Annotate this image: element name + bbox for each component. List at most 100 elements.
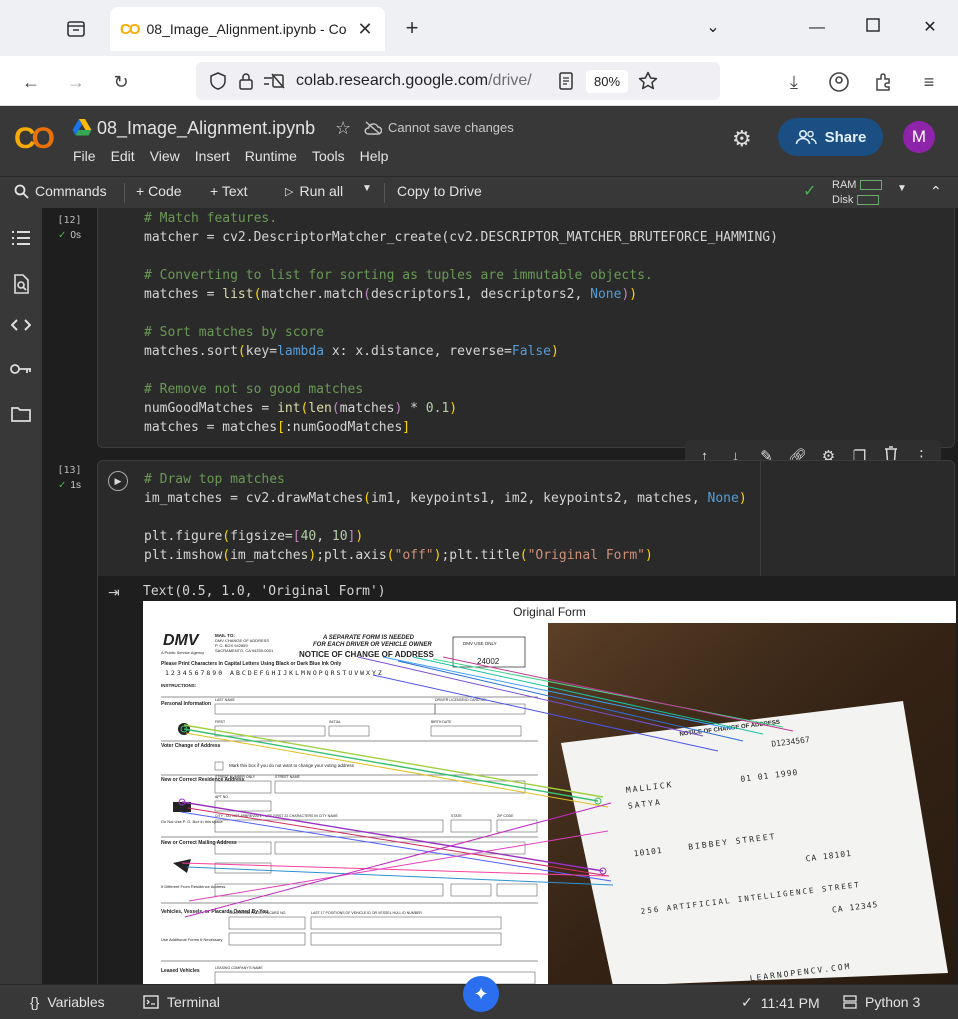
form-po-note: Do Not Use P. O. Box in this space (161, 819, 224, 824)
menu-edit[interactable]: Edit (111, 148, 135, 164)
form-last-name: LAST NAME (215, 698, 235, 702)
cell-12-exec-count: [12] (57, 215, 82, 226)
colab-toolbar: Commands + Code + Text ▷ Run all ▼ Copy … (0, 176, 958, 208)
form-first: FIRST (215, 720, 226, 724)
files-folder-icon[interactable] (10, 406, 32, 428)
commands-label: Commands (35, 183, 107, 199)
notebook-title[interactable]: 08_Image_Alignment.ipynb (97, 118, 315, 139)
form-apt: APT NO. (215, 795, 229, 799)
code-cell-12[interactable]: # Match features. matcher = cv2.Descript… (97, 208, 955, 448)
cell-divider (760, 461, 761, 576)
menu-view[interactable]: View (150, 148, 180, 164)
variables-button[interactable]: {} Variables (30, 994, 105, 1010)
execution-status[interactable]: ✓ 11:41 PM (741, 994, 820, 1011)
notebook-area: [12] ✓ 0s # Match features. matcher = cv2… (42, 208, 958, 984)
reader-view-icon[interactable] (552, 67, 580, 95)
close-tab-icon[interactable]: ✕ (355, 19, 375, 40)
star-icon[interactable]: ☆ (335, 118, 351, 139)
terminal-button[interactable]: Terminal (143, 994, 220, 1010)
form-agency: A Public Service Agency (161, 650, 204, 655)
run-cell-button[interactable]: ▶ (108, 471, 128, 491)
form-birth-date: BIRTH DATE (431, 720, 452, 724)
form-sample-chars: 1234567890 ABCDEFGHIJKLMNOPQRSTUVWXYZ (165, 669, 384, 677)
add-code-button[interactable]: + Code (136, 183, 182, 199)
browser-tab-strip: CO 08_Image_Alignment.ipynb - Co ✕ + ⌄ —… (0, 0, 958, 56)
save-status-text: Cannot save changes (388, 120, 514, 135)
address-bar[interactable]: colab.research.google.com/drive/ 80% (196, 62, 720, 100)
cloud-off-icon (364, 120, 382, 135)
server-icon (843, 995, 857, 1009)
output-toggle-icon[interactable]: ⇥ (108, 584, 120, 601)
play-icon: ▷ (285, 185, 294, 198)
tab-dropdown-icon[interactable]: ⌄ (698, 14, 728, 42)
colab-favicon-icon: CO (120, 20, 140, 38)
runtime-dropdown-icon[interactable]: ▼ (897, 183, 907, 194)
maximize-icon[interactable] (858, 14, 888, 42)
google-drive-icon[interactable] (72, 118, 92, 141)
toolbar-divider (384, 183, 385, 203)
add-text-button[interactable]: + Text (210, 183, 248, 199)
extensions-icon[interactable] (870, 68, 898, 96)
cell-13-exec-count: [13] (57, 465, 82, 476)
forward-icon[interactable]: → (62, 68, 90, 96)
runtime-type[interactable]: Python 3 (843, 994, 920, 1010)
colab-header: CO 08_Image_Alignment.ipynb ☆ Cannot sav… (0, 106, 958, 176)
side-rail (0, 208, 42, 984)
share-button[interactable]: Share (778, 118, 883, 156)
reload-icon[interactable]: ↻ (107, 68, 135, 96)
gemini-sparkle-icon[interactable]: ✦ (463, 976, 499, 1012)
ram-label: RAM (832, 179, 857, 191)
find-replace-icon[interactable] (10, 274, 32, 296)
colab-logo-icon[interactable]: CO (14, 122, 55, 156)
menu-bar: File Edit View Insert Runtime Tools Help (73, 148, 403, 164)
form-each: FOR EACH DRIVER OR VEHICLE OWNER (313, 642, 432, 648)
close-window-icon[interactable]: ✕ (915, 14, 945, 42)
tab-list-icon[interactable] (62, 14, 90, 42)
form-city: SACRAMENTO, CA 94259-0001 (215, 648, 274, 653)
form-leasing: LEASING COMPANY'S NAME (215, 966, 263, 970)
output-text: Text(0.5, 1.0, 'Original Form') (143, 584, 386, 599)
run-all-dropdown-icon[interactable]: ▼ (362, 183, 372, 194)
cell-12-source[interactable]: # Match features. matcher = cv2.Descript… (98, 208, 954, 437)
url-text[interactable]: colab.research.google.com/drive/ (296, 72, 552, 90)
terminal-icon (143, 995, 159, 1009)
menu-tools[interactable]: Tools (312, 148, 345, 164)
browser-tab-active[interactable]: CO 08_Image_Alignment.ipynb - Co ✕ (110, 7, 385, 51)
menu-runtime[interactable]: Runtime (245, 148, 297, 164)
terminal-label: Terminal (167, 994, 220, 1010)
save-status: Cannot save changes (364, 120, 514, 135)
variables-braces-icon: {} (30, 994, 40, 1010)
back-icon[interactable]: ← (17, 68, 45, 96)
permissions-icon[interactable] (260, 67, 288, 95)
shield-icon[interactable] (204, 67, 232, 95)
secrets-key-icon[interactable] (10, 362, 32, 384)
cell-13-source[interactable]: # Draw top matches im_matches = cv2.draw… (98, 461, 954, 565)
commands-button[interactable]: Commands (14, 183, 107, 199)
menu-file[interactable]: File (73, 148, 96, 164)
account-icon[interactable] (825, 68, 853, 96)
form-separate: A SEPARATE FORM IS NEEDED (322, 635, 415, 641)
form-personal: Personal Information (161, 701, 211, 707)
code-snippets-icon[interactable] (10, 318, 32, 340)
form-initial: INITIAL (329, 720, 341, 724)
form-zip: ZIP CODE (497, 814, 514, 818)
resource-monitor[interactable]: RAM Disk (832, 178, 883, 208)
minimize-icon[interactable]: — (802, 14, 832, 42)
form-street-number: STREET NUMBER ONLY (215, 775, 256, 779)
lock-icon[interactable] (232, 67, 260, 95)
form-voter: Voter Change of Address (161, 743, 221, 749)
new-tab-icon[interactable]: + (398, 14, 426, 42)
user-avatar[interactable]: M (903, 121, 935, 153)
downloads-icon[interactable]: ⤓ (780, 68, 808, 96)
menu-insert[interactable]: Insert (195, 148, 230, 164)
menu-help[interactable]: Help (360, 148, 389, 164)
copy-to-drive-button[interactable]: Copy to Drive (397, 183, 482, 199)
app-menu-icon[interactable]: ≡ (915, 68, 943, 96)
settings-gear-icon[interactable]: ⚙ (732, 126, 752, 152)
disk-label: Disk (832, 194, 854, 206)
run-all-button[interactable]: ▷ Run all (285, 183, 343, 199)
collapse-header-icon[interactable]: ⌃ (930, 183, 942, 200)
bookmark-star-icon[interactable] (634, 67, 662, 95)
zoom-level-badge[interactable]: 80% (586, 69, 629, 93)
table-of-contents-icon[interactable] (10, 230, 32, 252)
